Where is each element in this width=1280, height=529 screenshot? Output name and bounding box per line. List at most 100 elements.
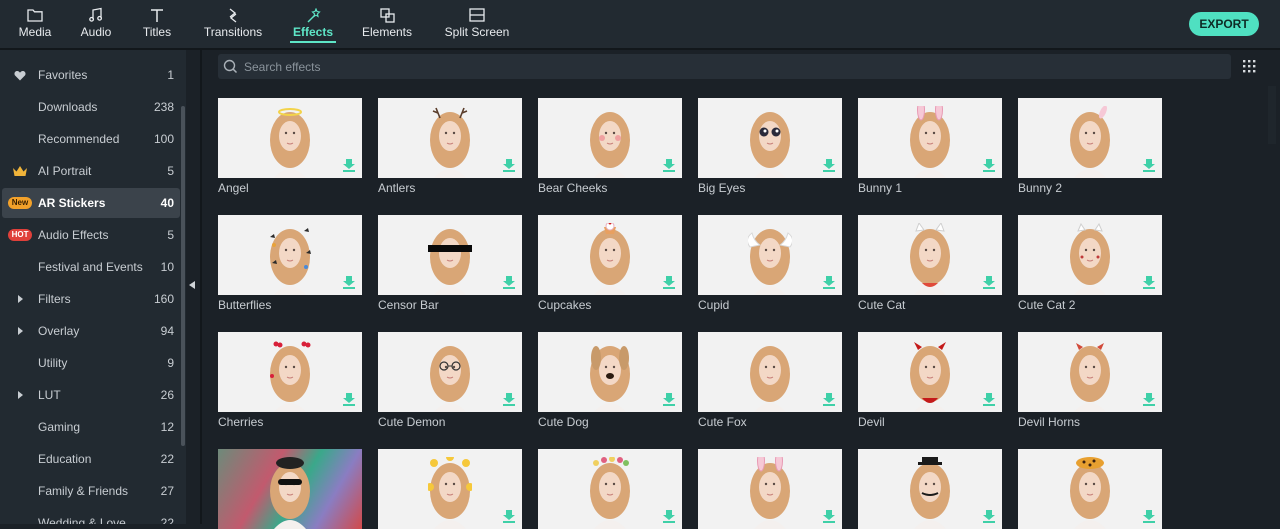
- effect-thumbnail[interactable]: [538, 98, 682, 178]
- effect-thumbnail[interactable]: [1018, 215, 1162, 295]
- effect-thumbnail[interactable]: [1018, 98, 1162, 178]
- download-icon[interactable]: [502, 392, 516, 406]
- sidebar-item-gaming[interactable]: Gaming 12: [2, 412, 180, 442]
- download-icon[interactable]: [662, 392, 676, 406]
- sidebar-scrollbar[interactable]: [181, 106, 185, 446]
- download-icon[interactable]: [822, 275, 836, 289]
- sidebar-item-festival-and-events[interactable]: Festival and Events 10: [2, 252, 180, 282]
- effect-card-bear-cheeks[interactable]: Bear Cheeks: [538, 98, 682, 198]
- effect-card-item-21[interactable]: [698, 449, 842, 529]
- download-icon[interactable]: [1142, 392, 1156, 406]
- effect-card-item-19[interactable]: [378, 449, 522, 529]
- tab-elements[interactable]: Elements: [361, 0, 413, 48]
- download-icon[interactable]: [982, 158, 996, 172]
- effect-card-item-18[interactable]: [218, 449, 362, 529]
- download-icon[interactable]: [502, 509, 516, 523]
- sidebar-item-education[interactable]: Education 22: [2, 444, 180, 474]
- tab-transitions[interactable]: Transitions: [203, 0, 263, 48]
- download-icon[interactable]: [662, 509, 676, 523]
- effect-thumbnail[interactable]: [698, 449, 842, 529]
- effect-thumbnail[interactable]: [1018, 332, 1162, 412]
- download-icon[interactable]: [342, 275, 356, 289]
- effect-card-devil-horns[interactable]: Devil Horns: [1018, 332, 1162, 432]
- effect-thumbnail[interactable]: [218, 332, 362, 412]
- effect-thumbnail[interactable]: [858, 332, 1002, 412]
- effect-card-cherries[interactable]: Cherries: [218, 332, 362, 432]
- effect-card-cute-demon[interactable]: Cute Demon: [378, 332, 522, 432]
- sidebar-item-audio-effects[interactable]: HOT Audio Effects 5: [2, 220, 180, 250]
- effect-card-angel[interactable]: Angel: [218, 98, 362, 198]
- download-icon[interactable]: [662, 275, 676, 289]
- effect-thumbnail[interactable]: [378, 332, 522, 412]
- download-icon[interactable]: [662, 158, 676, 172]
- effect-card-butterflies[interactable]: Butterflies: [218, 215, 362, 315]
- effect-card-antlers[interactable]: Antlers: [378, 98, 522, 198]
- download-icon[interactable]: [1142, 275, 1156, 289]
- sidebar-item-downloads[interactable]: Downloads 238: [2, 92, 180, 122]
- effect-card-item-23[interactable]: [1018, 449, 1162, 529]
- expand-arrow-icon[interactable]: [8, 324, 32, 338]
- download-icon[interactable]: [502, 158, 516, 172]
- effect-thumbnail[interactable]: [858, 215, 1002, 295]
- effect-card-devil[interactable]: Devil: [858, 332, 1002, 432]
- download-icon[interactable]: [982, 509, 996, 523]
- effect-thumbnail[interactable]: [538, 332, 682, 412]
- download-icon[interactable]: [822, 509, 836, 523]
- effect-thumbnail[interactable]: [858, 98, 1002, 178]
- effect-thumbnail[interactable]: [218, 98, 362, 178]
- sidebar-item-lut[interactable]: LUT 26: [2, 380, 180, 410]
- download-icon[interactable]: [502, 275, 516, 289]
- effect-thumbnail[interactable]: [218, 215, 362, 295]
- expand-arrow-icon[interactable]: [8, 292, 32, 306]
- sidebar-item-ai-portrait[interactable]: AI Portrait 5: [2, 156, 180, 186]
- sidebar-item-filters[interactable]: Filters 160: [2, 284, 180, 314]
- effect-card-cute-fox[interactable]: Cute Fox: [698, 332, 842, 432]
- tab-effects[interactable]: Effects: [290, 0, 336, 48]
- download-icon[interactable]: [982, 275, 996, 289]
- download-icon[interactable]: [342, 158, 356, 172]
- sidebar-item-overlay[interactable]: Overlay 94: [2, 316, 180, 346]
- grid-view-icon[interactable]: [1243, 60, 1257, 74]
- effect-card-item-22[interactable]: [858, 449, 1002, 529]
- tab-split-screen[interactable]: Split Screen: [443, 0, 511, 48]
- sidebar-item-wedding-love[interactable]: Wedding & Love 22: [2, 508, 180, 524]
- effect-card-cute-cat[interactable]: Cute Cat: [858, 215, 1002, 315]
- effect-card-censor-bar[interactable]: Censor Bar: [378, 215, 522, 315]
- download-icon[interactable]: [982, 392, 996, 406]
- tab-media[interactable]: Media: [17, 0, 53, 48]
- effect-thumbnail[interactable]: [698, 332, 842, 412]
- effect-card-cute-dog[interactable]: Cute Dog: [538, 332, 682, 432]
- sidebar-item-family-friends[interactable]: Family & Friends 27: [2, 476, 180, 506]
- download-icon[interactable]: [342, 392, 356, 406]
- effects-scrollbar[interactable]: [1268, 86, 1276, 144]
- download-icon[interactable]: [1142, 509, 1156, 523]
- effect-thumbnail[interactable]: [378, 449, 522, 529]
- sidebar-item-recommended[interactable]: Recommended 100: [2, 124, 180, 154]
- expand-arrow-icon[interactable]: [8, 388, 32, 402]
- tab-titles[interactable]: Titles: [140, 0, 174, 48]
- effect-card-bunny-1[interactable]: Bunny 1: [858, 98, 1002, 198]
- effect-thumbnail[interactable]: [538, 215, 682, 295]
- effect-thumbnail[interactable]: [1018, 449, 1162, 529]
- effect-card-item-20[interactable]: [538, 449, 682, 529]
- search-input[interactable]: [244, 57, 1144, 76]
- effect-card-big-eyes[interactable]: Big Eyes: [698, 98, 842, 198]
- collapse-sidebar-icon[interactable]: [189, 281, 195, 289]
- effect-card-cupcakes[interactable]: Cupcakes: [538, 215, 682, 315]
- export-button[interactable]: EXPORT: [1189, 12, 1259, 36]
- effect-thumbnail[interactable]: [698, 215, 842, 295]
- download-icon[interactable]: [822, 158, 836, 172]
- effect-thumbnail[interactable]: [858, 449, 1002, 529]
- effect-card-cupid[interactable]: Cupid: [698, 215, 842, 315]
- effect-card-bunny-2[interactable]: Bunny 2: [1018, 98, 1162, 198]
- effect-thumbnail[interactable]: [218, 449, 362, 529]
- effect-thumbnail[interactable]: [538, 449, 682, 529]
- download-icon[interactable]: [1142, 158, 1156, 172]
- sidebar-item-utility[interactable]: Utility 9: [2, 348, 180, 378]
- tab-audio[interactable]: Audio: [78, 0, 114, 48]
- download-icon[interactable]: [822, 392, 836, 406]
- effect-card-cute-cat-2[interactable]: Cute Cat 2: [1018, 215, 1162, 315]
- effect-thumbnail[interactable]: [698, 98, 842, 178]
- effect-thumbnail[interactable]: [378, 215, 522, 295]
- effect-thumbnail[interactable]: [378, 98, 522, 178]
